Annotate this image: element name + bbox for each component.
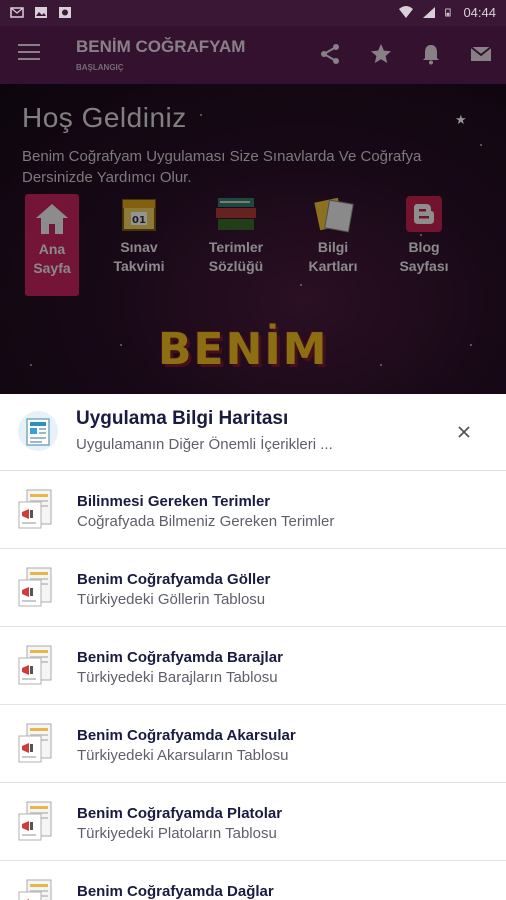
info-map-icon xyxy=(18,411,58,451)
tile-info-cards[interactable]: Bilgi Kartları xyxy=(297,194,369,276)
bell-icon[interactable] xyxy=(419,42,443,66)
tile-blog-line2: Sayfası xyxy=(399,258,449,274)
books-icon xyxy=(216,198,256,230)
sheet-header: Uygulama Bilgi Haritası Uygulamanın Diğe… xyxy=(0,394,506,471)
notification-icon xyxy=(10,7,24,18)
list-item-dams[interactable]: Benim Coğrafyamda Barajlar Türkiyedeki B… xyxy=(0,627,506,705)
hero-panel: ★ Hoş Geldiniz Benim Coğrafyam Uygulamas… xyxy=(0,84,506,394)
status-bar: 04:44 xyxy=(0,0,506,26)
list-item-title: Bilinmesi Gereken Terimler xyxy=(77,493,271,510)
document-megaphone-icon xyxy=(18,879,52,900)
app-logo: BENİM xyxy=(158,324,329,375)
share-icon[interactable] xyxy=(318,42,342,66)
signal-icon xyxy=(423,7,436,18)
home-icon xyxy=(36,204,68,234)
blogger-icon xyxy=(406,196,442,232)
document-megaphone-icon xyxy=(18,801,52,841)
tile-home[interactable]: Ana Sayfa xyxy=(25,194,79,296)
wifi-icon xyxy=(399,6,414,18)
menu-icon[interactable] xyxy=(18,44,40,64)
mail-icon[interactable] xyxy=(469,42,493,66)
list-item-title: Benim Coğrafyamda Dağlar xyxy=(77,883,274,900)
image-icon xyxy=(35,7,47,18)
list-item-plateaus[interactable]: Benim Coğrafyamda Platolar Türkiyedeki P… xyxy=(0,783,506,861)
list-item-subtitle: Türkiyedeki Platoların Tablosu xyxy=(77,825,277,842)
list-item-subtitle: Türkiyedeki Akarsuların Tablosu xyxy=(77,747,289,764)
tile-blog-line1: Blog xyxy=(408,239,440,255)
document-megaphone-icon xyxy=(18,567,52,607)
star-icon[interactable] xyxy=(369,42,393,66)
list-item-lakes[interactable]: Benim Coğrafyamda Göller Türkiyedeki Göl… xyxy=(0,549,506,627)
tile-blog[interactable]: Blog Sayfası xyxy=(388,194,460,276)
close-icon[interactable] xyxy=(456,424,472,440)
document-megaphone-icon xyxy=(18,645,52,685)
list-item-terms[interactable]: Bilinmesi Gereken Terimler Coğrafyada Bi… xyxy=(0,471,506,549)
list-item-title: Benim Coğrafyamda Barajlar xyxy=(77,649,283,666)
tile-cards-line2: Kartları xyxy=(308,258,358,274)
app-notification-icon xyxy=(59,7,71,18)
tile-home-line1: Ana xyxy=(38,241,66,257)
list-item-title: Benim Coğrafyamda Göller xyxy=(77,571,271,588)
list-item-subtitle: Coğrafyada Bilmeniz Gereken Terimler xyxy=(77,513,335,530)
list-item-title: Benim Coğrafyamda Platolar xyxy=(77,805,283,822)
list-item-subtitle: Türkiyedeki Barajların Tablosu xyxy=(77,669,278,686)
info-map-sheet: Uygulama Bilgi Haritası Uygulamanın Diğe… xyxy=(0,394,506,900)
document-megaphone-icon xyxy=(18,489,52,529)
tile-exam-line1: Sınav xyxy=(120,239,158,255)
status-time: 04:44 xyxy=(463,5,496,20)
welcome-description: Benim Coğrafyam Uygulaması Size Sınavlar… xyxy=(22,148,422,186)
welcome-heading: Hoş Geldiniz xyxy=(22,102,187,133)
list-item-title: Benim Coğrafyamda Akarsular xyxy=(77,727,296,744)
list-item-subtitle: Türkiyedeki Göllerin Tablosu xyxy=(77,591,266,608)
sheet-subtitle: Uygulamanın Diğer Önemli İçerikleri ... xyxy=(76,436,333,453)
tile-glossary-line2: Sözlüğü xyxy=(208,258,264,274)
tile-exam-line2: Takvimi xyxy=(113,258,165,274)
app-subtitle: BAŞLANGIÇ xyxy=(76,63,124,72)
document-megaphone-icon xyxy=(18,723,52,763)
tile-glossary[interactable]: Terimler Sözlüğü xyxy=(200,194,272,276)
list-item-rivers[interactable]: Benim Coğrafyamda Akarsular Türkiyedeki … xyxy=(0,705,506,783)
app-bar: BENİM COĞRAFYAM BAŞLANGIÇ xyxy=(0,26,506,84)
sheet-title: Uygulama Bilgi Haritası xyxy=(76,408,289,429)
tile-exam-calendar[interactable]: 01 Sınav Takvimi xyxy=(103,194,175,276)
cards-icon xyxy=(314,197,354,233)
tile-glossary-line1: Terimler xyxy=(208,239,264,255)
sparkle-icon: ★ xyxy=(455,112,467,127)
tile-home-line2: Sayfa xyxy=(33,260,71,276)
svg-text:01: 01 xyxy=(132,215,146,226)
tile-cards-line1: Bilgi xyxy=(317,239,349,255)
calendar-icon: 01 xyxy=(122,199,156,231)
list-item-mountains[interactable]: Benim Coğrafyamda Dağlar xyxy=(0,861,506,900)
battery-icon xyxy=(445,8,452,17)
app-title: BENİM COĞRAFYAM xyxy=(76,37,246,56)
